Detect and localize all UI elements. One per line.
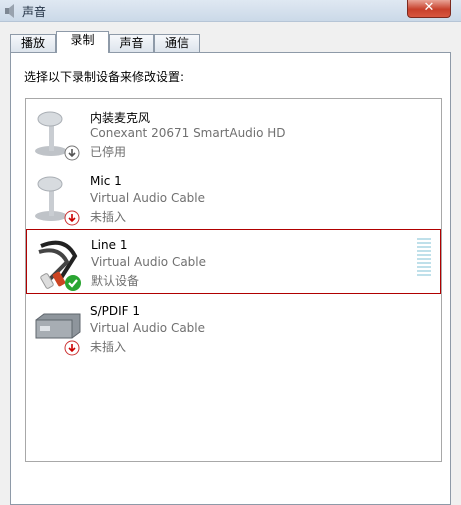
device-item-internal-mic[interactable]: 内装麦克风 Conexant 20671 SmartAudio HD 已停用 [26,101,441,166]
microphone-icon [35,111,80,161]
device-name: S/PDIF 1 [90,304,141,318]
spdif-device-icon [35,313,81,356]
device-description: Virtual Audio Cable [90,321,206,335]
recording-panel: 选择以下录制设备来修改设置: 内装麦克风 Conexant 20671 Smar… [10,52,451,505]
level-meter [417,238,431,280]
device-list[interactable]: 内装麦克风 Conexant 20671 SmartAudio HD 已停用 M… [25,98,442,462]
device-item-spdif-1[interactable]: S/PDIF 1 Virtual Audio Cable 未插入 [26,296,441,361]
title-bar: 声音 ✕ [0,0,461,22]
device-status: 未插入 [90,210,127,224]
device-item-mic-1[interactable]: Mic 1 Virtual Audio Cable 未插入 [26,166,441,231]
tab-recording[interactable]: 录制 [56,31,109,53]
microphone-icon [35,176,80,226]
tab-communications[interactable]: 通信 [154,34,200,52]
close-icon: ✕ [423,0,435,15]
device-status: 默认设备 [91,274,140,288]
device-name: 内装麦克风 [90,111,151,125]
device-description: Virtual Audio Cable [91,255,207,269]
device-status: 已停用 [90,145,127,159]
default-check-badge [65,275,81,291]
dialog-frame: 播放 录制 声音 通信 选择以下录制设备来修改设置: 内装麦克风 Conexan… [0,22,461,505]
close-button[interactable]: ✕ [407,0,451,18]
tab-playback[interactable]: 播放 [10,34,56,52]
rca-cable-icon [38,240,81,291]
window-title: 声音 [22,5,47,19]
tab-sounds[interactable]: 声音 [109,34,154,52]
device-item-line-1[interactable]: Line 1 Virtual Audio Cable 默认设备 [26,229,441,294]
device-name: Line 1 [91,238,128,252]
device-name: Mic 1 [90,174,122,188]
device-status: 未插入 [90,340,127,354]
device-description: Conexant 20671 SmartAudio HD [90,126,286,140]
instruction-text: 选择以下录制设备来修改设置: [24,70,185,84]
speaker-icon [5,4,14,18]
device-description: Virtual Audio Cable [90,191,206,205]
